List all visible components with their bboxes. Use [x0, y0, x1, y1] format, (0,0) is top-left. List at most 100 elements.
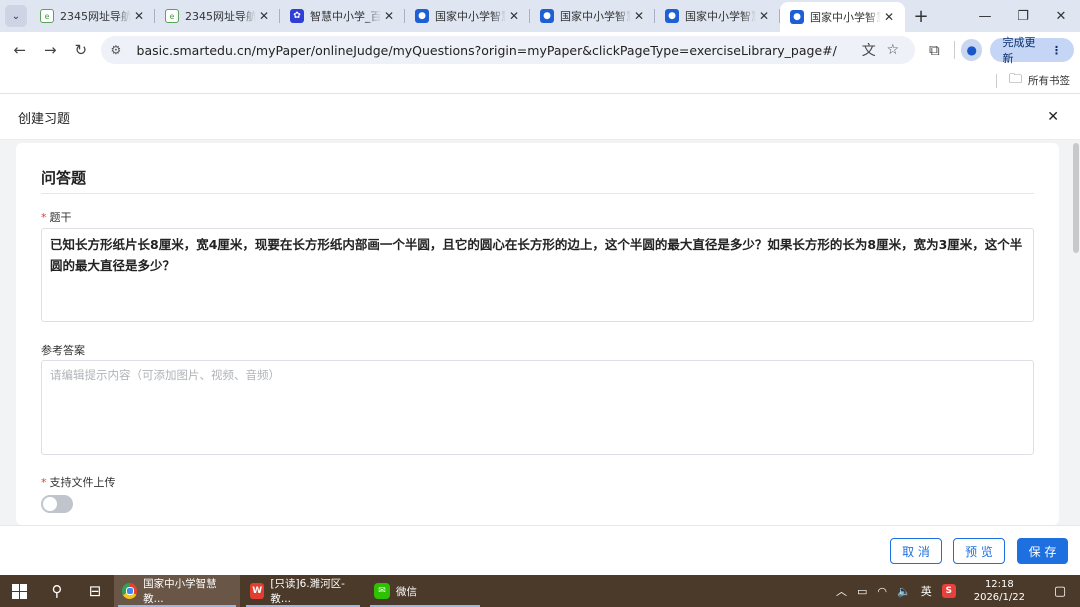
save-button[interactable]: 保 存	[1017, 538, 1068, 564]
browser-tab[interactable]: ● 国家中小学智慧 ✕	[655, 0, 780, 32]
window-close-icon[interactable]: ✕	[1042, 0, 1080, 32]
wps-icon: W	[250, 583, 265, 599]
tab-title: 2345网址导航 -	[60, 10, 131, 23]
network-icon[interactable]: ▭	[857, 585, 867, 598]
close-icon[interactable]: ✕	[506, 9, 522, 23]
folder-icon[interactable]: 🗀	[1009, 70, 1022, 92]
required-asterisk: *	[41, 211, 47, 224]
windows-logo-icon	[11, 583, 27, 599]
taskbar-item-wechat[interactable]: ✉ 微信	[366, 575, 484, 607]
tab-title: 国家中小学智慧	[685, 10, 756, 23]
bookmark-star-icon[interactable]: ☆	[881, 42, 905, 58]
browser-tab-active[interactable]: ● 国家中小学智慧 ✕	[780, 2, 905, 32]
close-icon[interactable]: ✕	[631, 9, 647, 23]
reload-icon[interactable]: ↻	[67, 36, 95, 64]
wechat-icon: ✉	[374, 583, 390, 599]
update-button-label: 完成更新	[1002, 36, 1036, 65]
smartedu-icon: ●	[790, 10, 804, 24]
required-asterisk: *	[41, 476, 47, 489]
stem-label: * 题干	[41, 211, 72, 224]
address-bar[interactable]: ⚙ basic.smartedu.cn/myPaper/onlineJudge/…	[100, 36, 915, 64]
url-text[interactable]: basic.smartedu.cn/myPaper/onlineJudge/my…	[137, 43, 857, 58]
site-settings-icon[interactable]: ⚙	[111, 43, 127, 57]
smartedu-icon: ●	[415, 9, 429, 23]
update-button[interactable]: 完成更新 ⋮	[990, 36, 1074, 65]
profile-avatar-icon[interactable]: ●	[961, 39, 983, 61]
smartedu-icon: ●	[665, 9, 679, 23]
answer-label: 参考答案	[41, 344, 85, 357]
browser-toolbar: ← → ↻ ⚙ basic.smartedu.cn/myPaper/online…	[0, 32, 1080, 68]
task-view-icon[interactable]: ⊟	[76, 575, 114, 607]
section-title: 问答题	[41, 169, 87, 187]
close-icon[interactable]: ✕	[881, 10, 897, 24]
close-icon[interactable]: ✕	[256, 9, 272, 23]
tab-title: 2345网址导航 -	[185, 10, 256, 23]
section-divider	[41, 193, 1034, 194]
dialog-header: 创建习题 ✕	[0, 95, 1080, 140]
system-tray: ︿ ▭ ◠ 🔈 英 S 12:18 2026/1/22 ▢	[831, 575, 1080, 607]
taskbar-item-label: 微信	[396, 585, 417, 598]
browser-tab[interactable]: ● 国家中小学智慧 ✕	[405, 0, 530, 32]
browser-tab[interactable]: ✿ 智慧中小学_百度 ✕	[280, 0, 405, 32]
tray-expand-chevron-icon[interactable]: ︿	[836, 583, 847, 599]
page-content: 创建习题 ✕ 问答题 * 题干 已知长方形纸片长8厘米，宽4厘米，现要在长方形纸内…	[0, 95, 1080, 575]
tab-title: 智慧中小学_百度	[310, 10, 381, 23]
page-scrollbar[interactable]	[1072, 143, 1080, 573]
upload-label: * 支持文件上传	[41, 476, 116, 489]
preview-button[interactable]: 预 览	[953, 538, 1005, 564]
volume-icon[interactable]: 🔈	[897, 585, 911, 598]
clock-date: 2026/1/22	[973, 592, 1025, 603]
close-icon[interactable]: ✕	[756, 9, 772, 23]
taskbar-item-wps[interactable]: W [只读]6.濉河区-教...	[242, 575, 364, 607]
browser-tab[interactable]: e 2345网址导航 - ✕	[155, 0, 280, 32]
baidu-paw-icon: ✿	[290, 9, 304, 23]
file-upload-toggle[interactable]	[41, 495, 73, 513]
chrome-icon	[122, 583, 138, 599]
browser-tab[interactable]: ● 国家中小学智慧 ✕	[530, 0, 655, 32]
browser-tab[interactable]: e 2345网址导航 - ✕	[30, 0, 155, 32]
browser-tab-strip: ⌄ e 2345网址导航 - ✕ e 2345网址导航 - ✕ ✿ 智慧中小学_…	[0, 0, 1080, 32]
all-bookmarks-link[interactable]: 所有书签	[1028, 73, 1070, 88]
dialog-footer: 取 消 预 览 保 存	[0, 525, 1080, 575]
notification-icon[interactable]: ▢	[1045, 584, 1075, 599]
close-icon[interactable]: ✕	[1047, 109, 1059, 125]
restore-icon[interactable]: ❐	[1004, 0, 1042, 32]
forward-arrow-icon[interactable]: →	[37, 36, 65, 64]
back-arrow-icon[interactable]: ←	[6, 36, 34, 64]
toggle-knob	[43, 497, 57, 511]
page-title: 创建习题	[18, 111, 71, 127]
tab-title: 国家中小学智慧	[560, 10, 631, 23]
stem-editor[interactable]: 已知长方形纸片长8厘米，宽4厘米，现要在长方形纸内部画一个半圆，且它的圆心在长方…	[41, 228, 1034, 322]
answer-editor[interactable]: 请编辑提示内容（可添加图片、视频、音频）	[41, 360, 1034, 455]
new-tab-plus-icon[interactable]: +	[907, 2, 935, 30]
taskbar-item-label: [只读]6.濉河区-教...	[270, 578, 345, 605]
ime-indicator[interactable]: 英	[921, 583, 932, 599]
tab-search-icon[interactable]: ⌄	[5, 5, 27, 27]
cancel-button[interactable]: 取 消	[890, 538, 942, 564]
scrollbar-thumb[interactable]	[1073, 143, 1079, 253]
bookmarks-bar: 🗀 所有书签	[0, 68, 1080, 94]
window-controls: — ❐ ✕	[966, 0, 1080, 32]
windows-taskbar: ⚲ ⊟ 国家中小学智慧教... W [只读]6.濉河区-教... ✉ 微信 ︿ …	[0, 575, 1080, 607]
toolbar-divider	[954, 41, 956, 59]
taskbar-item-chrome[interactable]: 国家中小学智慧教...	[114, 575, 240, 607]
site-2345-icon: e	[165, 9, 179, 23]
taskbar-item-label: 国家中小学智慧教...	[143, 578, 217, 605]
minimize-icon[interactable]: —	[966, 0, 1004, 32]
start-button[interactable]	[0, 575, 38, 607]
tab-title: 国家中小学智慧	[435, 10, 506, 23]
question-form-card: 问答题 * 题干 已知长方形纸片长8厘米，宽4厘米，现要在长方形纸内部画一个半圆，…	[16, 143, 1059, 525]
close-icon[interactable]: ✕	[381, 9, 397, 23]
translate-icon[interactable]: 文	[857, 40, 881, 60]
search-icon[interactable]: ⚲	[38, 575, 76, 607]
clock-time: 12:18	[984, 579, 1014, 590]
bookmarks-divider	[995, 73, 997, 88]
close-icon[interactable]: ✕	[131, 9, 147, 23]
smartedu-icon: ●	[540, 9, 554, 23]
sogou-ime-icon[interactable]: S	[941, 584, 956, 598]
tab-title: 国家中小学智慧	[810, 11, 881, 24]
extensions-puzzle-icon[interactable]: ⧉	[921, 41, 948, 59]
wifi-icon[interactable]: ◠	[877, 585, 887, 598]
clock[interactable]: 12:18 2026/1/22	[969, 578, 1030, 604]
site-2345-icon: e	[40, 9, 54, 23]
